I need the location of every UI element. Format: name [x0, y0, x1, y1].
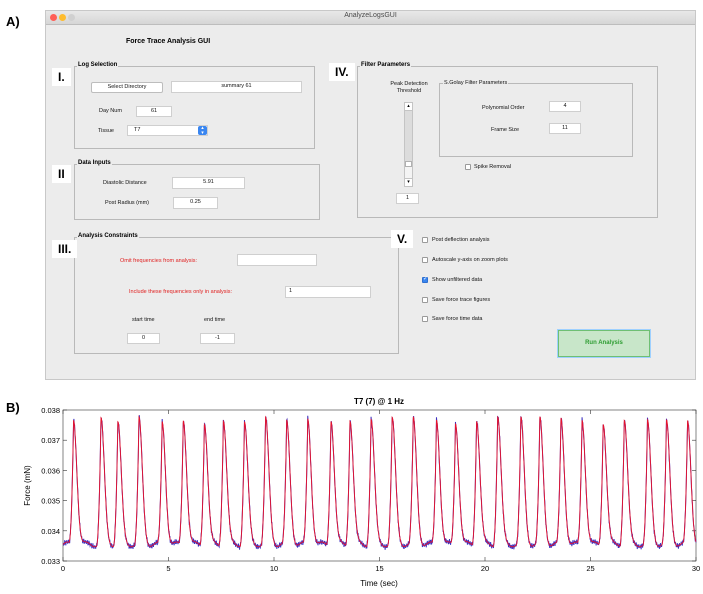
option-label-2: Autoscale y-axis on zoom plots	[432, 257, 508, 263]
y-tick-label: 0.038	[41, 406, 60, 415]
spike-removal-label: Spike Removal	[474, 164, 511, 170]
slider-down-arrow-icon[interactable]: ▾	[405, 178, 412, 186]
option-checkbox-3[interactable]	[422, 275, 428, 283]
y-tick-label: 0.036	[41, 466, 60, 475]
y-tick-label: 0.037	[41, 436, 60, 445]
start-time-label: start time	[132, 317, 155, 323]
post-radius-label: Post Radius (mm)	[105, 200, 150, 206]
end-time-label: end time	[204, 317, 226, 323]
option-label-4: Save force trace figures	[432, 297, 491, 303]
section-marker-v: V.	[391, 230, 414, 248]
figure-label-a: A)	[6, 14, 20, 29]
option-checkbox-4[interactable]	[422, 297, 428, 303]
select-directory-button[interactable]: Select Directory	[91, 82, 163, 93]
x-tick-label: 20	[481, 564, 489, 573]
log-selection-title: Log Selection	[77, 62, 119, 68]
analysis-constraints-title: Analysis Constraints	[77, 233, 139, 239]
spike-removal-checkbox[interactable]	[465, 164, 471, 170]
app-window: AnalyzeLogsGUI Force Trace Analysis GUI …	[45, 10, 696, 380]
section-marker-ii: II	[52, 165, 71, 183]
tissue-select[interactable]: T7 ▴ ▾	[127, 125, 208, 136]
day-num-field[interactable]: 61	[136, 106, 172, 117]
option-label-5: Save force time data	[432, 316, 483, 322]
option-checkbox-2[interactable]	[422, 257, 428, 263]
omit-frequencies-field[interactable]	[237, 254, 317, 266]
slider-track[interactable]	[405, 111, 412, 161]
slider-up-arrow-icon[interactable]: ▴	[405, 103, 412, 111]
y-tick-label: 0.034	[41, 527, 60, 536]
include-frequencies-field[interactable]: 1	[285, 286, 371, 298]
end-time-field[interactable]: -1	[200, 333, 235, 344]
threshold-value-field[interactable]: 1	[396, 193, 419, 204]
data-inputs-title: Data Inputs	[77, 160, 112, 166]
sgolay-title: S.Golay Filter Parameters	[443, 80, 509, 86]
x-tick-label: 10	[270, 564, 278, 573]
filter-parameters-title: Filter Parameters	[360, 62, 412, 68]
polynomial-order-label: Polynomial Order	[482, 105, 525, 111]
frame-size-label: Frame Size	[491, 127, 520, 133]
y-axis-label: Force (mN)	[23, 465, 32, 506]
x-tick-label: 5	[166, 564, 170, 573]
force-trace-chart: T7 (7) @ 1 Hz 0.033 0.034 0.035 0.036 0.037 0…	[23, 397, 700, 588]
omit-frequencies-label: Omit frequencies from analysis:	[120, 258, 198, 264]
frame-size-field[interactable]: 11	[549, 123, 581, 134]
option-checkbox-1[interactable]	[422, 237, 428, 243]
data-inputs-panel	[74, 164, 320, 220]
option-checkbox-5[interactable]	[422, 316, 428, 322]
slider-thumb[interactable]	[405, 161, 412, 167]
post-radius-field[interactable]: 0.25	[173, 197, 218, 209]
section-marker-iv: IV.	[329, 63, 355, 81]
start-time-field[interactable]: 0	[127, 333, 160, 344]
include-frequencies-label: Include these frequencies only in analys…	[129, 289, 233, 295]
chart-title: T7 (7) @ 1 Hz	[354, 397, 404, 406]
x-tick-label: 25	[586, 564, 594, 573]
tissue-label: Tissue	[98, 128, 114, 134]
polynomial-order-field[interactable]: 4	[549, 101, 581, 112]
y-tick-label: 0.033	[41, 557, 60, 566]
window-title: AnalyzeLogsGUI	[344, 12, 397, 19]
peak-threshold-label-line1: Peak Detection	[390, 81, 428, 87]
option-label-1: Post deflection analysis	[432, 237, 490, 243]
tissue-select-value: T7	[134, 127, 141, 133]
section-marker-iii: III.	[52, 240, 78, 258]
title-bar: AnalyzeLogsGUI	[46, 11, 695, 25]
sgolay-panel	[439, 83, 633, 157]
gui-title: Force Trace Analysis GUI	[126, 38, 211, 45]
x-tick-label: 30	[692, 564, 700, 573]
directory-field[interactable]: summary 61	[171, 81, 302, 93]
peak-threshold-label: Peak Detection Threshold	[389, 81, 429, 95]
x-tick-label: 0	[61, 564, 65, 573]
x-tick-label: 15	[375, 564, 383, 573]
run-analysis-button[interactable]: Run Analysis	[558, 330, 650, 357]
y-tick-label: 0.035	[41, 497, 60, 506]
diastolic-distance-field[interactable]: 5.91	[172, 177, 245, 189]
x-axis-label: Time (sec)	[360, 579, 398, 588]
threshold-slider[interactable]: ▴ ▾	[404, 102, 413, 187]
day-num-label: Day Num	[99, 108, 122, 114]
diastolic-distance-label: Diastolic Distance	[103, 180, 147, 186]
peak-threshold-label-line2: Threshold	[396, 88, 422, 94]
option-label-3: Show unfiltered data	[432, 277, 483, 283]
section-marker-i: I.	[52, 68, 71, 86]
chevron-updown-icon: ▴ ▾	[198, 126, 207, 136]
